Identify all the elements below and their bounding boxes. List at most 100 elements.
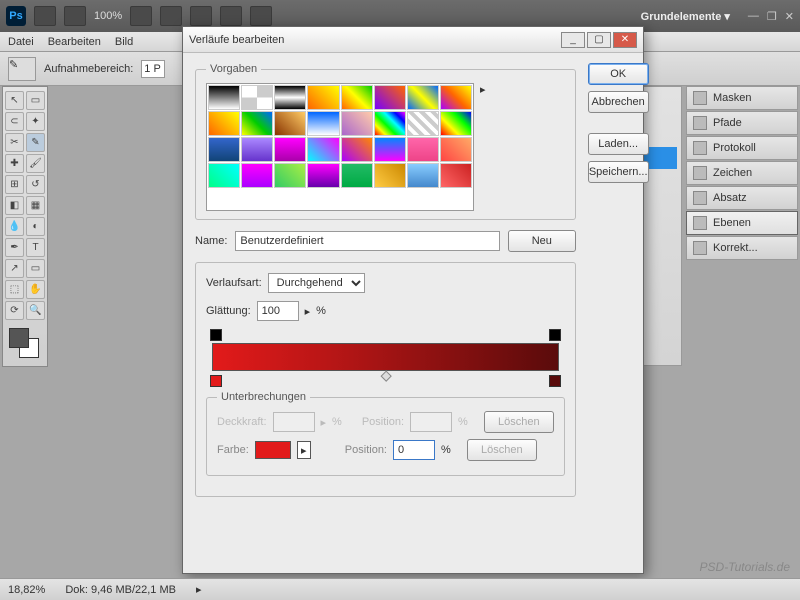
move-tool[interactable]: ↖ [5,91,24,110]
panel-absatz[interactable]: Absatz [686,186,798,210]
panel-ebenen[interactable]: Ebenen [686,211,798,235]
ok-button[interactable]: OK [588,63,649,85]
gradient-name-input[interactable] [235,231,499,251]
cancel-button[interactable]: Abbrechen [588,91,649,113]
preset-swatch[interactable] [274,111,306,136]
screen-mode-icon[interactable] [220,6,242,26]
minimize-icon[interactable]: — [748,10,759,22]
color-stop-left[interactable] [210,375,222,387]
save-button[interactable]: Speichern... [588,161,649,183]
new-button[interactable]: Neu [508,230,576,252]
blur-tool[interactable]: 💧 [5,217,24,236]
gradient-preview-bar[interactable] [212,343,559,371]
menu-datei[interactable]: Datei [8,36,34,48]
workspace-switcher[interactable]: Grundelemente ▾ [641,10,730,23]
preset-swatch[interactable] [241,137,273,162]
color-position-input[interactable] [393,440,435,460]
wand-tool[interactable]: ✦ [26,112,45,131]
preset-swatch[interactable] [440,85,472,110]
gradient-type-select[interactable]: Durchgehend [268,273,365,293]
type-tool[interactable]: T [26,238,45,257]
preset-swatch[interactable] [407,137,439,162]
brush-tool[interactable]: 🖌 [26,154,45,173]
color-swatches[interactable] [5,326,45,362]
panel-protokoll[interactable]: Protokoll [686,136,798,160]
preset-swatch[interactable] [274,163,306,188]
history-brush[interactable]: ↺ [26,175,45,194]
stop-color-chip[interactable] [255,441,291,459]
preset-swatch[interactable] [440,137,472,162]
load-button[interactable]: Laden... [588,133,649,155]
status-zoom[interactable]: 18,82% [8,584,45,596]
midpoint-diamond[interactable] [381,371,392,382]
rotate-view[interactable]: ⟳ [5,301,24,320]
dialog-titlebar[interactable]: Verläufe bearbeiten _ ▢ ✕ [183,27,643,53]
rotate-icon[interactable] [190,6,212,26]
minimize-button[interactable]: _ [561,32,585,48]
lasso-tool[interactable]: ⊂ [5,112,24,131]
preset-swatch[interactable] [208,111,240,136]
preset-swatch[interactable] [407,111,439,136]
preset-swatch[interactable] [307,111,339,136]
eyedropper-tool[interactable]: ✎ [26,133,45,152]
pen-tool[interactable]: ✒ [5,238,24,257]
preset-swatch[interactable] [440,111,472,136]
heal-tool[interactable]: ✚ [5,154,24,173]
preset-swatch[interactable] [241,85,273,110]
panel-zeichen[interactable]: Zeichen [686,161,798,185]
preset-swatch[interactable] [374,111,406,136]
arrange-icon[interactable] [250,6,272,26]
preset-swatch[interactable] [407,163,439,188]
gradient-presets-grid[interactable] [206,83,474,211]
preset-swatch[interactable] [241,163,273,188]
preset-swatch[interactable] [307,137,339,162]
preset-swatch[interactable] [374,137,406,162]
marquee-tool[interactable]: ▭ [26,91,45,110]
panel-pfade[interactable]: Pfade [686,111,798,135]
preset-swatch[interactable] [307,163,339,188]
hand-icon[interactable] [130,6,152,26]
crop-tool[interactable]: ✂ [5,133,24,152]
preset-swatch[interactable] [274,85,306,110]
preset-swatch[interactable] [208,85,240,110]
dodge-tool[interactable]: ◐ [26,217,45,236]
restore-icon[interactable]: ❐ [767,10,777,23]
zoom-icon[interactable] [160,6,182,26]
opacity-stop-left[interactable] [210,329,222,341]
sample-size-input[interactable] [141,60,165,78]
smoothness-input[interactable] [257,301,299,321]
zoom-level[interactable]: 100% [94,10,122,22]
gradient-bar-editor[interactable] [206,329,565,391]
preset-swatch[interactable] [307,85,339,110]
panel-masken[interactable]: Masken [686,86,798,110]
path-tool[interactable]: ↗ [5,259,24,278]
color-stop-right[interactable] [549,375,561,387]
presets-menu-icon[interactable]: ▸ [480,83,486,96]
preset-swatch[interactable] [374,163,406,188]
foreground-swatch[interactable] [9,328,29,348]
smooth-stepper-icon[interactable]: ▸ [305,305,311,318]
preset-swatch[interactable] [208,163,240,188]
status-arrow-icon[interactable]: ▸ [196,583,202,596]
stamp-tool[interactable]: ⊞ [5,175,24,194]
close-app-icon[interactable]: ✕ [785,10,794,23]
opacity-stop-right[interactable] [549,329,561,341]
zoom-tool[interactable]: 🔍 [26,301,45,320]
bridge-icon[interactable] [34,6,56,26]
close-button[interactable]: ✕ [613,32,637,48]
preset-swatch[interactable] [341,111,373,136]
gradient-tool[interactable]: ▦ [26,196,45,215]
hand-tool[interactable]: ✋ [26,280,45,299]
menu-bearbeiten[interactable]: Bearbeiten [48,36,101,48]
preset-swatch[interactable] [208,137,240,162]
preset-swatch[interactable] [274,137,306,162]
preset-swatch[interactable] [241,111,273,136]
preset-swatch[interactable] [374,85,406,110]
color-picker-arrow-icon[interactable]: ▸ [297,441,311,459]
menu-bild[interactable]: Bild [115,36,133,48]
3d-tool[interactable]: ⬚ [5,280,24,299]
preset-swatch[interactable] [440,163,472,188]
eyedropper-icon[interactable]: ✎ [8,57,36,81]
maximize-button[interactable]: ▢ [587,32,611,48]
preset-swatch[interactable] [341,163,373,188]
